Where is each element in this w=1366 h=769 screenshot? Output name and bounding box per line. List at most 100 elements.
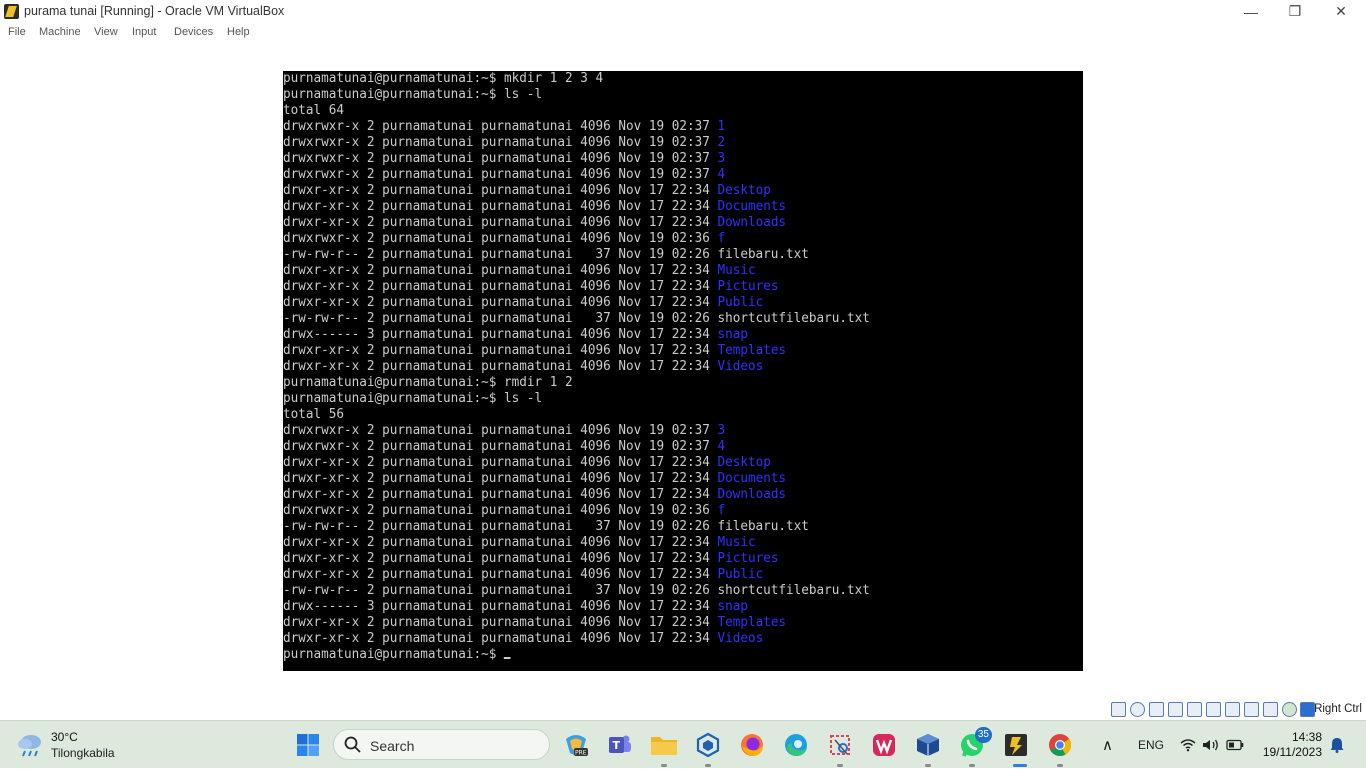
terminal-line: purnamatunai@purnamatunai:~$ ls -l [283,391,1051,407]
menu-machine[interactable]: Machine [39,26,81,38]
shared-folder-icon[interactable] [1206,702,1221,717]
terminal-line: drwxr-xr-x 2 purnamatunai purnamatunai 4… [283,535,1051,551]
wps-office-icon[interactable] [868,729,900,761]
language-label: ENG [1138,738,1165,752]
terminal-text: drwxr-xr-x 2 purnamatunai purnamatunai 4… [283,263,718,278]
minimize-button[interactable]: — [1228,0,1274,23]
file-explorer-icon[interactable] [648,729,680,761]
directory-name: Videos [717,359,764,374]
snipping-tool-icon[interactable] [824,729,856,761]
start-button[interactable] [292,729,324,761]
virtualbox-extension-icon[interactable] [692,729,724,761]
terminal-line: drwxrwxr-x 2 purnamatunai purnamatunai 4… [283,135,1051,151]
host-key-label: Right Ctrl [1314,703,1362,715]
whatsapp-unread-badge: 35 [974,727,992,743]
terminal-text: -rw-rw-r-- 2 purnamatunai purnamatunai 3… [283,583,870,598]
weather-widget[interactable]: 30°C Tilongkabila [16,729,156,761]
directory-name: f [717,503,726,518]
virtualbox-vm-icon [4,4,19,19]
vm-running-icon[interactable] [1000,729,1032,761]
terminal-line: total 56 [283,407,1051,423]
directory-name: Music [717,263,756,278]
directory-name: Videos [717,631,764,646]
virtualbox-icon[interactable] [912,729,944,761]
search-placeholder: Search [370,738,415,754]
terminal-line: total 64 [283,103,1051,119]
notifications-button[interactable] [1330,721,1344,769]
cpu-icon[interactable] [1263,702,1278,717]
menu-input[interactable]: Input [132,26,156,38]
terminal-text: drwxr-xr-x 2 purnamatunai purnamatunai 4… [283,551,718,566]
directory-name: 3 [717,423,726,438]
terminal-line: drwx------ 3 purnamatunai purnamatunai 4… [283,327,1051,343]
terminal-text: drwxr-xr-x 2 purnamatunai purnamatunai 4… [283,199,718,214]
terminal-line: drwxrwxr-x 2 purnamatunai purnamatunai 4… [283,119,1051,135]
terminal-line: drwxr-xr-x 2 purnamatunai purnamatunai 4… [283,631,1051,647]
menu-view[interactable]: View [94,26,118,38]
taskbar-search-box[interactable]: Search [333,729,550,760]
terminal-text: drwxrwxr-x 2 purnamatunai purnamatunai 4… [283,423,718,438]
battery-icon [1226,739,1244,751]
menu-devices[interactable]: Devices [174,26,213,38]
terminal-text: drwxr-xr-x 2 purnamatunai purnamatunai 4… [283,295,718,310]
optical-disk-icon[interactable] [1130,702,1145,717]
terminal-line: purnamatunai@purnamatunai:~$ ls -l [283,87,1051,103]
directory-name: Public [717,567,764,582]
network-icon[interactable] [1168,702,1183,717]
terminal-line: drwxrwxr-x 2 purnamatunai purnamatunai 4… [283,167,1051,183]
running-indicator [925,764,931,767]
menu-file[interactable]: File [8,26,26,38]
wifi-icon [1180,739,1196,752]
terminal-line: drwxr-xr-x 2 purnamatunai purnamatunai 4… [283,567,1051,583]
volume-icon [1203,739,1218,751]
terminal-text: drwxrwxr-x 2 purnamatunai purnamatunai 4… [283,167,718,182]
terminal-line: drwxr-xr-x 2 purnamatunai purnamatunai 4… [283,615,1051,631]
menu-help[interactable]: Help [227,26,250,38]
usb-icon[interactable] [1187,702,1202,717]
firefox-icon[interactable] [736,729,768,761]
system-clock[interactable]: 14:38 19/11/2023 [1263,730,1322,760]
terminal-line: drwxr-xr-x 2 purnamatunai purnamatunai 4… [283,359,1051,375]
terminal-text: -rw-rw-r-- 2 purnamatunai purnamatunai 3… [283,519,809,534]
quick-settings[interactable] [1180,721,1244,769]
edge-icon[interactable] [780,729,812,761]
whatsapp-icon[interactable]: 35 [956,727,992,761]
terminal-text: drwxr-xr-x 2 purnamatunai purnamatunai 4… [283,279,718,294]
terminal-text: purnamatunai@purnamatunai:~$ rmdir 1 2 [283,375,573,390]
directory-name: snap [717,599,748,614]
terminal-line: drwxrwxr-x 2 purnamatunai purnamatunai 4… [283,151,1051,167]
clock-date: 19/11/2023 [1262,745,1322,759]
directory-name: Desktop [717,455,771,470]
chrome-icon[interactable] [1044,729,1076,761]
keyboard-capture-icon[interactable] [1300,702,1315,717]
terminal-line: drwxr-xr-x 2 purnamatunai purnamatunai 4… [283,471,1051,487]
terminal-line: drwxr-xr-x 2 purnamatunai purnamatunai 4… [283,279,1051,295]
recording-icon[interactable] [1244,702,1259,717]
audio-icon[interactable] [1149,702,1164,717]
terminal-line: drwxr-xr-x 2 purnamatunai purnamatunai 4… [283,551,1051,567]
terminal-line: -rw-rw-r-- 2 purnamatunai purnamatunai 3… [283,247,1051,263]
teams-icon[interactable]: T [604,729,636,761]
terminal-text: total 64 [283,103,344,118]
hard-disk-icon[interactable] [1111,702,1126,717]
terminal-line: drwxrwxr-x 2 purnamatunai purnamatunai 4… [283,439,1051,455]
terminal-text: drwxrwxr-x 2 purnamatunai purnamatunai 4… [283,151,718,166]
directory-name: Pictures [717,551,779,566]
language-indicator[interactable]: ENG [1138,721,1164,769]
directory-name: 3 [717,151,726,166]
restore-button[interactable]: ❐ [1272,0,1318,23]
close-button[interactable]: ✕ [1318,0,1364,23]
vm-terminal-screen[interactable]: purnamatunai@purnamatunai:~$ mkdir 1 2 3… [283,71,1083,671]
menu-bar: File Machine View Input Devices Help [0,23,1366,43]
terminal-text: drwxr-xr-x 2 purnamatunai purnamatunai 4… [283,359,718,374]
terminal-line: drwxr-xr-x 2 purnamatunai purnamatunai 4… [283,263,1051,279]
display-icon[interactable] [1225,702,1240,717]
bell-icon [1330,738,1344,753]
mouse-integration-icon[interactable] [1282,702,1297,717]
copilot-pre-icon[interactable]: PRE [560,729,592,761]
directory-name: f [717,231,726,246]
terminal-line: drwxr-xr-x 2 purnamatunai purnamatunai 4… [283,183,1051,199]
tray-overflow-button[interactable]: ∧ [1102,721,1113,769]
directory-name: Downloads [717,215,787,230]
directory-name: Templates [717,615,787,630]
